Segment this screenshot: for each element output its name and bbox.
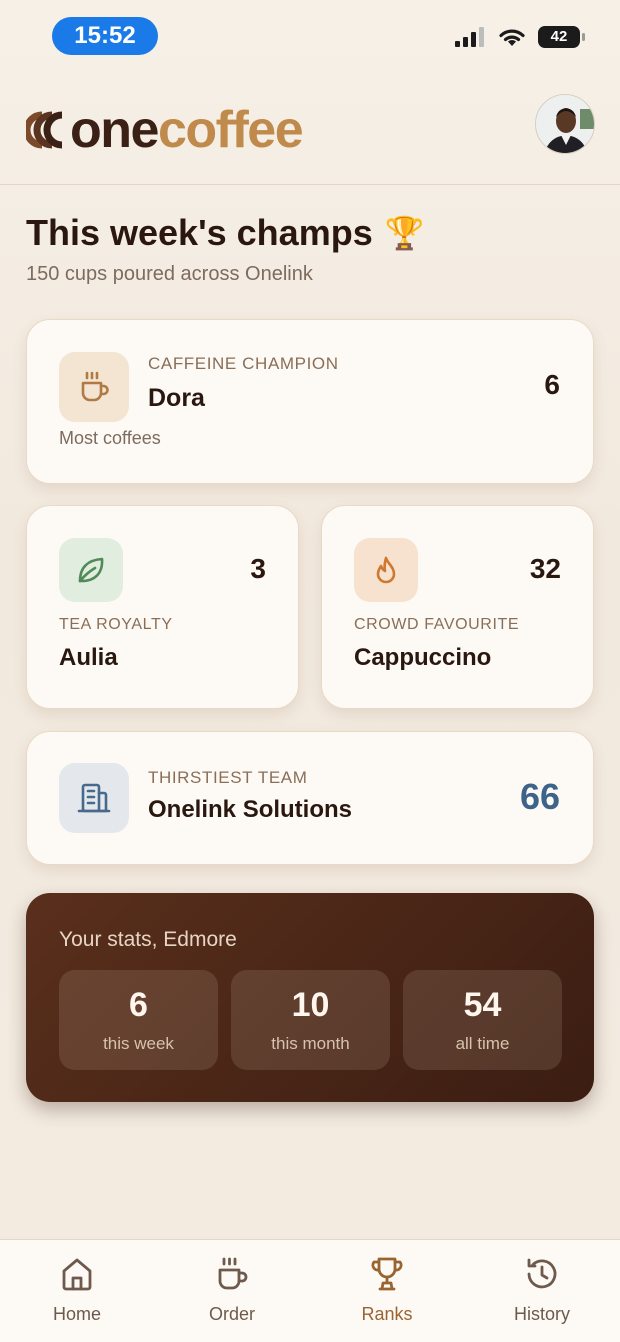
stat-label: this week [103,1034,174,1053]
your-stats-card: Your stats, Edmore 6 this week 10 this m… [26,893,594,1102]
team-count: 66 [519,776,560,817]
logo-text-one: one [70,101,159,159]
avatar-portrait-icon [536,95,594,153]
status-time: 15:52 [52,17,158,55]
bottom-nav: Home Order Ranks History [0,1239,620,1342]
champion-caption: Most coffees [59,428,161,448]
leaf-icon [78,557,104,583]
status-bar: 15:52 42 [0,0,620,72]
stat-label: all time [455,1034,510,1053]
nav-label: History [513,1304,570,1324]
champion-label: CAFFEINE CHAMPION [148,354,339,373]
trophy-emoji-icon: 🏆 [384,215,425,251]
stat-this-month: 10 this month [231,970,390,1070]
champion-name: Dora [148,384,205,412]
flame-icon [376,556,396,584]
nav-label: Ranks [361,1304,413,1324]
signal-icon [455,27,484,47]
thirstiest-team-card[interactable]: THIRSTIEST TEAM Onelink Solutions 66 [26,731,594,865]
nav-order[interactable]: Order [172,1254,292,1334]
wifi-icon [499,29,525,46]
stat-label: this month [271,1034,350,1053]
stat-value: 10 [291,986,330,1024]
nav-label: Home [52,1304,101,1324]
tea-label: TEA ROYALTY [59,616,173,633]
team-label: THIRSTIEST TEAM [148,768,308,787]
app-header: one coffee [0,72,620,185]
battery-indicator: 42 [538,26,585,48]
champion-count: 6 [544,369,560,400]
tea-name: Aulia [59,644,118,671]
caffeine-champion-card[interactable]: CAFFEINE CHAMPION Dora 6 Most coffees [26,319,594,484]
nav-label: Order [208,1304,255,1324]
stat-value: 6 [129,986,148,1024]
coffee-cup-icon [81,371,109,402]
your-stats-title: Your stats, Edmore [59,928,237,951]
stat-this-week: 6 this week [59,970,218,1070]
favourite-name: Cappuccino [354,644,492,671]
nav-ranks[interactable]: Ranks [327,1254,447,1334]
champion-icon-box [59,352,129,422]
page-title: This week's champs 🏆 [26,212,425,254]
favourite-label: CROWD FAVOURITE [354,616,520,633]
stat-all-time: 54 all time [403,970,562,1070]
status-icons: 42 [454,26,585,48]
history-icon [527,1258,557,1289]
favourite-icon-box [354,538,418,602]
team-name: Onelink Solutions [148,796,353,823]
home-icon [62,1258,92,1291]
tea-count: 3 [250,553,266,584]
nav-home[interactable]: Home [17,1254,137,1334]
favourite-count: 32 [529,553,561,584]
tea-royalty-card[interactable]: 3 TEA ROYALTY Aulia [26,505,299,709]
user-avatar[interactable] [535,94,595,154]
nav-history[interactable]: History [482,1254,602,1334]
logo-mark-icon [26,111,63,149]
page-subtitle: 150 cups poured across Onelink [26,263,313,285]
tea-icon-box [59,538,123,602]
onecoffee-logo[interactable]: one coffee [26,100,304,160]
coffee-cup-icon [218,1257,248,1290]
page-title-text: This week's champs [26,212,373,253]
crowd-favourite-card[interactable]: 32 CROWD FAVOURITE Cappuccino [321,505,594,709]
stat-value: 54 [463,986,502,1024]
logo-text-coffee: coffee [157,101,304,159]
trophy-icon [371,1257,403,1291]
team-icon-box [59,763,129,833]
building-icon [77,783,111,813]
